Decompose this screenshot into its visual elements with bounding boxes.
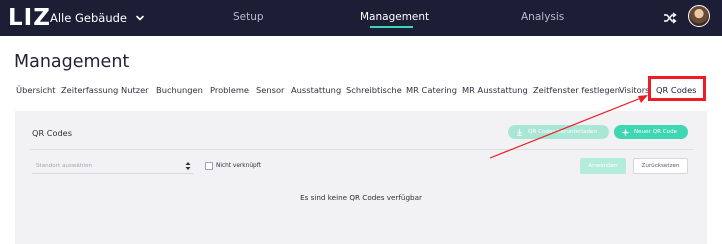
nav-analysis[interactable]: Analysis bbox=[521, 10, 564, 24]
new-qr-code-label: Neuer QR Code bbox=[634, 129, 678, 135]
sort-arrows-icon bbox=[185, 162, 191, 170]
tab-sensor[interactable]: Sensor bbox=[256, 84, 284, 96]
plus-icon bbox=[622, 129, 629, 135]
top-navigation-bar: LIZ Alle Gebäude Setup Management Analys… bbox=[0, 0, 722, 36]
shuffle-icon[interactable] bbox=[663, 11, 677, 25]
tab-nutzer[interactable]: Nutzer bbox=[121, 84, 149, 96]
chevron-down-icon bbox=[136, 15, 144, 21]
location-select[interactable]: Standort auswählen bbox=[32, 160, 193, 173]
unlinked-checkbox-label[interactable]: Nicht verknüpft bbox=[216, 161, 261, 171]
new-qr-code-button[interactable]: Neuer QR Code bbox=[614, 125, 688, 139]
apply-button[interactable]: Anwenden bbox=[580, 158, 626, 174]
building-selector[interactable]: Alle Gebäude bbox=[50, 10, 145, 26]
empty-state-message: Es sind keine QR Codes verfügbar bbox=[300, 193, 422, 202]
user-avatar[interactable] bbox=[688, 5, 710, 27]
download-qr-codes-button[interactable]: QR Codes herunterladen bbox=[508, 125, 609, 139]
building-selector-label: Alle Gebäude bbox=[50, 11, 127, 25]
tab-uebersicht[interactable]: Übersicht bbox=[16, 84, 56, 96]
tab-mr-catering[interactable]: MR Catering bbox=[406, 84, 457, 96]
app-logo[interactable]: LIZ bbox=[8, 5, 51, 31]
page-title: Management bbox=[14, 52, 130, 72]
download-icon bbox=[517, 129, 522, 136]
tab-mr-ausstattung[interactable]: MR Ausstattung bbox=[462, 84, 528, 96]
tab-ausstattung[interactable]: Ausstattung bbox=[291, 84, 341, 96]
panel-divider bbox=[29, 149, 693, 150]
tab-zeitfenster-festlegen[interactable]: Zeitfenster festlegen bbox=[533, 84, 620, 96]
location-select-placeholder: Standort auswählen bbox=[36, 163, 92, 169]
tab-buchungen[interactable]: Buchungen bbox=[156, 84, 203, 96]
tab-probleme[interactable]: Probleme bbox=[210, 84, 249, 96]
location-select-underline bbox=[32, 173, 193, 174]
annotation-highlight-box bbox=[648, 76, 706, 101]
panel-title: QR Codes bbox=[32, 128, 72, 138]
download-qr-codes-label: QR Codes herunterladen bbox=[528, 129, 597, 135]
unlinked-checkbox[interactable] bbox=[205, 162, 213, 170]
qr-codes-panel: QR Codes QR Codes herunterladen Neuer QR… bbox=[15, 111, 707, 244]
nav-management[interactable]: Management bbox=[360, 10, 429, 24]
nav-setup[interactable]: Setup bbox=[233, 10, 264, 24]
tab-zeiterfassung[interactable]: Zeiterfassung bbox=[61, 84, 118, 96]
tab-visitors[interactable]: Visitors bbox=[619, 84, 650, 96]
nav-active-indicator bbox=[370, 26, 413, 28]
tab-schreibtische[interactable]: Schreibtische bbox=[346, 84, 402, 96]
reset-button[interactable]: Zurücksetzen bbox=[633, 158, 688, 174]
